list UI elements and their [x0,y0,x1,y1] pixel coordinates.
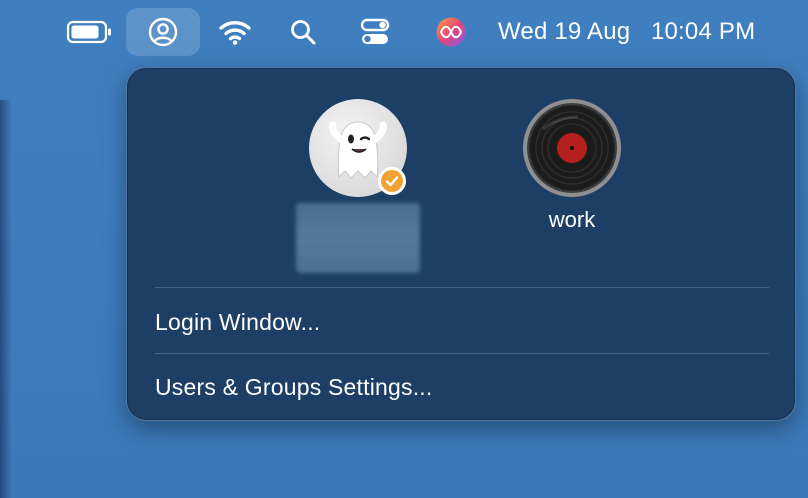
user-name-work: work [548,207,596,232]
control-center-item[interactable] [354,8,396,56]
user-tile-current[interactable] [296,99,420,273]
wifi-status-item[interactable] [212,8,258,56]
checkmark-icon [385,176,399,187]
login-window-item[interactable]: Login Window... [155,309,320,336]
redacted-user-name [296,203,420,273]
vinyl-record-icon [530,106,614,190]
control-center-icon [360,18,390,44]
menubar-time: 10:04 PM [650,18,756,45]
siri-item[interactable] [430,8,472,56]
siri-icon [436,17,466,47]
current-user-check-badge [378,167,406,195]
menubar-date: Wed 19 Aug [498,18,631,45]
window-edge-shadow [0,100,12,498]
menu-bar: Wed 19 Aug 10:04 PM [0,0,808,64]
search-icon [291,20,316,45]
menubar-clock[interactable]: Wed 19 Aug 10:04 PM [498,14,755,50]
user-icon [148,17,178,47]
user-tile-work[interactable]: work [523,99,621,233]
panel-divider [155,353,769,354]
ghost-avatar [309,99,407,197]
battery-status-item[interactable] [56,8,120,56]
users-groups-settings-item[interactable]: Users & Groups Settings... [155,374,432,401]
user-switcher-item[interactable] [126,8,200,56]
vinyl-record-avatar [523,99,621,197]
wifi-icon [219,21,251,45]
spotlight-item[interactable] [282,8,324,56]
battery-icon [66,20,111,44]
fast-user-switching-panel: work Login Window... Users & Groups Sett… [126,67,796,421]
panel-divider [155,287,769,288]
